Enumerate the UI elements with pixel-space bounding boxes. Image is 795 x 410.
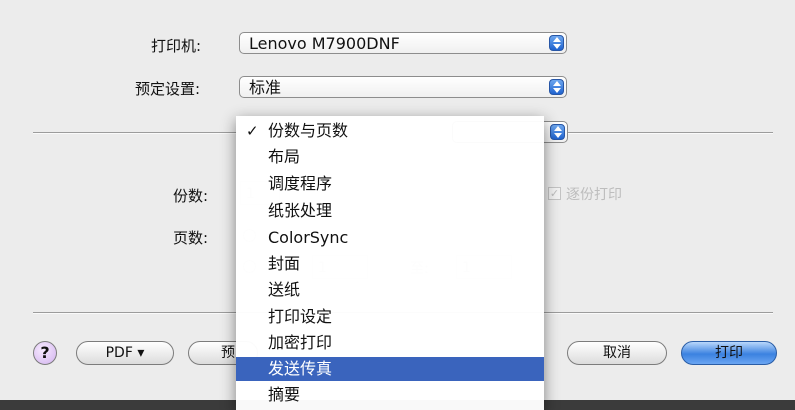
separator [33, 132, 237, 134]
menu-item-print-settings[interactable]: 打印设定 [236, 306, 544, 328]
menu-item-paper-handling[interactable]: 纸张处理 [236, 200, 544, 222]
menu-item-copies-pages[interactable]: ✓ 份数与页数 [236, 120, 544, 142]
pages-label: 页数: [173, 229, 209, 247]
checkmark-icon: ✓ [246, 122, 259, 140]
collate-label: 逐份打印 [566, 187, 622, 203]
presets-popup[interactable]: 标准 [239, 76, 567, 98]
popup-stepper-icon [549, 35, 564, 51]
copies-label: 份数: [173, 187, 209, 205]
popup-stepper-icon [549, 79, 564, 95]
menu-item-secure-print[interactable]: 加密打印 [236, 332, 544, 354]
menu-item-scheduler[interactable]: 调度程序 [236, 173, 544, 195]
printer-label: 打印机: [151, 37, 202, 55]
menu-item-colorsync[interactable]: ColorSync [236, 227, 544, 249]
popup-stepper-icon [550, 124, 565, 140]
cancel-button[interactable]: 取消 [567, 341, 667, 365]
menu-item-paper-feed[interactable]: 送纸 [236, 279, 544, 301]
printer-popup[interactable]: Lenovo M7900DNF [239, 32, 567, 54]
menu-item-layout[interactable]: 布局 [236, 146, 544, 168]
menu-item-label: 份数与页数 [268, 121, 349, 140]
presets-value: 标准 [249, 78, 282, 97]
panel-menu: ✓ 份数与页数 布局 调度程序 纸张处理 ColorSync 封面 送纸 打印设… [236, 116, 544, 410]
menu-item-send-fax[interactable]: 发送传真 [236, 357, 544, 381]
separator [568, 132, 773, 134]
menu-item-cover-page[interactable]: 封面 [236, 253, 544, 275]
pdf-button[interactable]: PDF ▾ [76, 341, 174, 365]
menu-item-summary[interactable]: 摘要 [236, 384, 544, 406]
collate-checkbox[interactable]: ✓ [548, 187, 561, 200]
print-button[interactable]: 打印 [681, 341, 777, 365]
printer-value: Lenovo M7900DNF [249, 34, 400, 53]
presets-label: 预定设置: [135, 80, 201, 98]
help-button[interactable]: ? [33, 341, 57, 365]
